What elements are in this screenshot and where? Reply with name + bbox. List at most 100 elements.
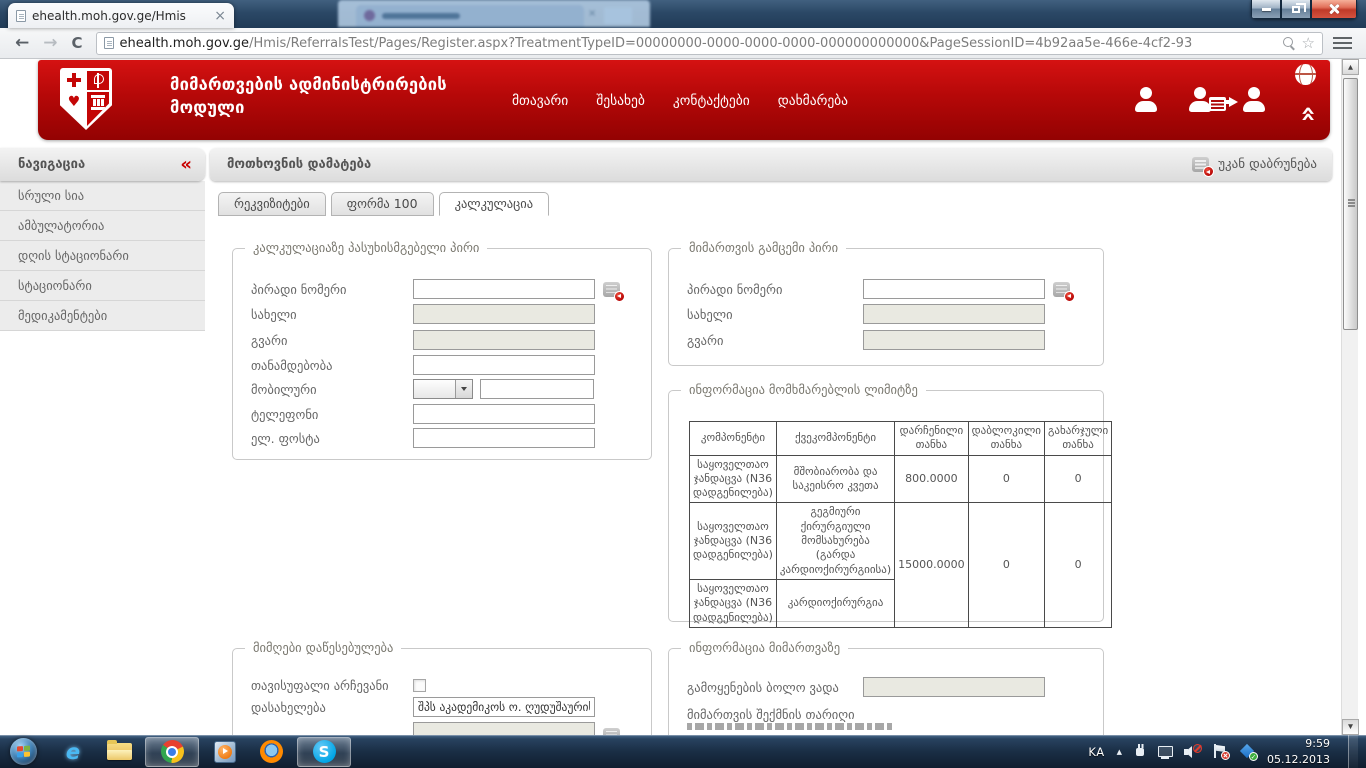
power-plug-icon[interactable] <box>1134 744 1146 759</box>
url-text[interactable]: ehealth.moh.gov.ge/Hmis/ReferralsTest/Pa… <box>120 36 1277 51</box>
background-window-tab <box>356 5 584 27</box>
limit-table: კომპონენტი ქვეკომპონენტი დარჩენილი თანხა… <box>689 421 1112 628</box>
page-scrollbar[interactable]: ▲ ▲ <box>1341 59 1358 735</box>
network-icon[interactable] <box>1158 745 1172 759</box>
issuer-first-name-input <box>863 304 1045 324</box>
start-button[interactable] <box>10 738 37 765</box>
go-back-button[interactable]: უკან დაბრუნება <box>1192 157 1332 172</box>
app-title-line2: მოდული <box>170 96 447 119</box>
red-badge-icon <box>1064 291 1075 302</box>
nav-help[interactable]: დახმარება <box>778 93 848 109</box>
cell-component: საყოველთაო ჯანდაცვა (N36 დადგენილება) <box>690 455 777 503</box>
forward-button[interactable]: → <box>43 35 57 52</box>
calc-mobile-input[interactable] <box>480 379 594 399</box>
sidebar-collapse-icon[interactable]: « <box>180 156 192 174</box>
user-switch-icon[interactable] <box>1240 87 1268 112</box>
sidebar-item-full-list[interactable]: სრული სია <box>0 181 205 211</box>
cell-blocked: 0 <box>968 503 1044 627</box>
label-position: თანამდებობა <box>251 358 413 373</box>
cell-subcomponent: კარდიოქირურგია <box>776 579 894 627</box>
internet-explorer-button[interactable]: e <box>53 737 93 767</box>
section-legend: კალკულაციაზე პასუხისმგებელი პირი <box>245 240 487 255</box>
cell-subcomponent: მშობიარობა და საკეისრო კვეთა <box>776 455 894 503</box>
tab-calculation[interactable]: კალკულაცია <box>439 192 550 216</box>
background-window: × <box>338 0 650 27</box>
issuer-personal-number-input[interactable] <box>863 279 1045 299</box>
nav-contacts[interactable]: კონტაქტები <box>673 93 750 109</box>
institution-name-input[interactable] <box>413 697 595 717</box>
action-center-icon[interactable] <box>1213 744 1228 759</box>
tab-close-icon[interactable]: × <box>214 10 226 22</box>
scroll-up-icon[interactable]: ▲ <box>1342 59 1359 75</box>
cell-spent: 0 <box>1044 503 1111 627</box>
calc-position-input[interactable] <box>413 355 595 375</box>
back-button[interactable]: ← <box>15 35 29 52</box>
url-path: /Hmis/ReferralsTest/Pages/Register.aspx?… <box>249 36 1192 51</box>
user-icon[interactable] <box>1132 87 1160 112</box>
sidebar-item-day-hospital[interactable]: დღის სტაციონარი <box>0 241 205 271</box>
sidebar-item-hospital[interactable]: სტაციონარი <box>0 271 205 301</box>
free-choice-checkbox[interactable] <box>413 679 426 692</box>
collapse-header-icon[interactable]: « <box>1296 106 1322 121</box>
nav-about[interactable]: შესახებ <box>596 93 645 109</box>
section-legend: მიმართვის გამცემი პირი <box>681 240 846 255</box>
browser-tab[interactable]: ehealth.moh.gov.ge/Hmis × <box>8 3 234 28</box>
chrome-icon <box>161 740 184 763</box>
reload-button[interactable]: C <box>72 34 83 52</box>
tab-requisites[interactable]: რეკვიზიტები <box>218 192 326 216</box>
calc-phone-input[interactable] <box>413 404 595 424</box>
globe-icon[interactable] <box>1295 64 1316 85</box>
user-list-icon[interactable] <box>1186 87 1214 112</box>
minimize-button[interactable] <box>1251 0 1281 19</box>
red-badge-icon <box>614 291 625 302</box>
url-domain: ehealth.moh.gov.ge <box>120 36 250 51</box>
page-icon <box>104 37 114 49</box>
browser-menu-icon[interactable] <box>1333 37 1352 50</box>
cell-subcomponent: გეგმიური ქირურგიული მომსახურება (გარდა კ… <box>776 503 894 579</box>
calc-personal-number-input[interactable] <box>413 279 595 299</box>
scroll-down-icon[interactable]: ▲ <box>1342 719 1359 735</box>
sidebar-item-ambulatory[interactable]: ამბულატორია <box>0 211 205 241</box>
tab-form-100[interactable]: ფორმა 100 <box>331 192 434 216</box>
cell-remaining: 15000.0000 <box>895 503 968 627</box>
restore-button[interactable] <box>1281 0 1311 19</box>
zoom-icon[interactable] <box>1283 37 1296 50</box>
section-calc-responsible-person: კალკულაციაზე პასუხისმგებელი პირი პირადი … <box>232 248 652 460</box>
media-player-button[interactable] <box>205 737 245 767</box>
sidebar-item-medications[interactable]: მედიკამენტები <box>0 301 205 331</box>
clock[interactable]: 9:59 05.12.2013 <box>1267 736 1330 767</box>
section-legend: ინფორმაცია მიმართვაზე <box>681 640 848 655</box>
sidebar-title: ნავიგაცია <box>0 157 85 172</box>
calc-email-input[interactable] <box>413 428 595 448</box>
close-button[interactable] <box>1311 0 1357 19</box>
logo-cross-icon <box>63 71 85 90</box>
label-phone: ტელეფონი <box>251 407 413 422</box>
app-title: მიმართვების ადმინისტრირების მოდული <box>170 73 447 119</box>
chrome-button[interactable] <box>145 737 199 767</box>
taskbar: e S KA ▲ ✓ 9:59 05.12.2013 <box>0 735 1366 768</box>
tab-title: ehealth.moh.gov.ge/Hmis <box>32 9 208 23</box>
label-personal-number: პირადი ნომერი <box>251 282 413 297</box>
cell-blocked: 0 <box>968 455 1044 503</box>
clock-date: 05.12.2013 <box>1267 752 1330 767</box>
label-creation-date: მიმართვის შექმნის თარიღი <box>687 707 947 722</box>
media-player-icon <box>214 741 236 763</box>
volume-muted-icon[interactable] <box>1184 744 1201 759</box>
dropbox-icon[interactable]: ✓ <box>1240 744 1255 759</box>
clock-time: 9:59 <box>1267 736 1330 751</box>
mobile-prefix-select[interactable] <box>413 379 473 399</box>
address-bar[interactable]: ehealth.moh.gov.ge/Hmis/ReferralsTest/Pa… <box>96 32 1323 55</box>
person-lookup-icon[interactable] <box>603 282 620 297</box>
firefox-button[interactable] <box>251 737 291 767</box>
pinned-apps: e S <box>53 737 351 767</box>
show-desktop-button[interactable] <box>1348 735 1358 768</box>
file-explorer-button[interactable] <box>99 737 139 767</box>
scrollbar-thumb[interactable] <box>1343 78 1358 330</box>
person-lookup-icon[interactable] <box>1053 282 1070 297</box>
language-indicator[interactable]: KA <box>1088 745 1104 759</box>
nav-home[interactable]: მთავარი <box>512 93 568 109</box>
skype-button[interactable]: S <box>297 737 351 767</box>
bookmark-star-icon[interactable]: ☆ <box>1302 36 1315 51</box>
sidebar-header: ნავიგაცია « <box>0 148 205 181</box>
hidden-icons-icon[interactable]: ▲ <box>1117 748 1122 756</box>
